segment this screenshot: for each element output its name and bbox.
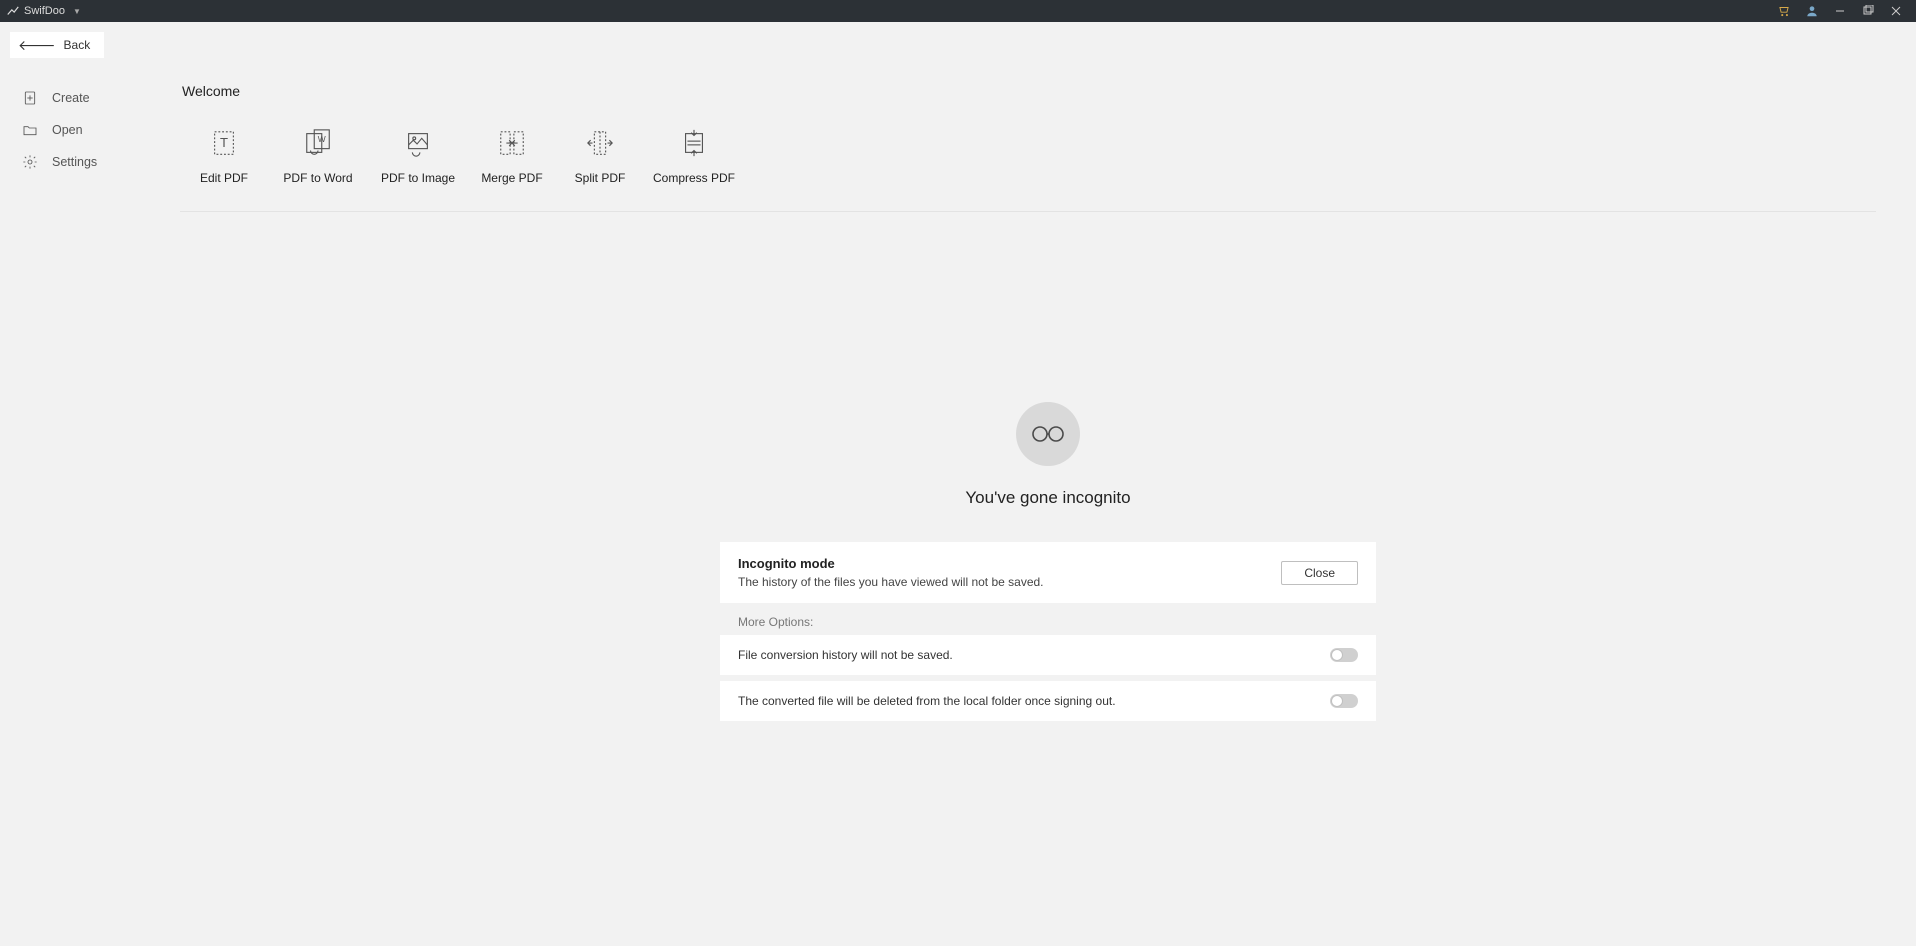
action-compress-pdf[interactable]: Compress PDF xyxy=(644,127,744,185)
open-icon xyxy=(22,122,38,138)
chevron-down-icon[interactable]: ▼ xyxy=(73,7,81,16)
action-label: Edit PDF xyxy=(200,171,248,185)
option-label: File conversion history will not be save… xyxy=(738,648,953,662)
compress-pdf-icon xyxy=(678,127,710,159)
edit-pdf-icon: T xyxy=(208,127,240,159)
pdf-to-image-icon xyxy=(402,127,434,159)
toggle-delete-converted[interactable] xyxy=(1330,694,1358,708)
split-pdf-icon xyxy=(584,127,616,159)
incognito-section: You've gone incognito Incognito mode The… xyxy=(180,402,1916,721)
create-icon xyxy=(22,90,38,106)
sidebar-item-label: Settings xyxy=(52,155,97,169)
back-button[interactable]: 🡐 Back xyxy=(10,32,104,58)
action-edit-pdf[interactable]: T Edit PDF xyxy=(180,127,268,185)
action-split-pdf[interactable]: Split PDF xyxy=(556,127,644,185)
pdf-to-word-icon: W xyxy=(302,127,334,159)
minimize-icon[interactable] xyxy=(1826,0,1854,22)
main: Welcome T Edit PDF W PDF to Word PDF to … xyxy=(180,68,1916,721)
sidebar-item-label: Open xyxy=(52,123,83,137)
gear-icon xyxy=(22,154,38,170)
close-icon[interactable] xyxy=(1882,0,1910,22)
action-label: PDF to Image xyxy=(381,171,455,185)
sidebar-item-open[interactable]: Open xyxy=(0,114,180,146)
sidebar: Create Open Settings xyxy=(0,68,180,721)
svg-text:W: W xyxy=(318,134,326,144)
back-bar: 🡐 Back xyxy=(0,22,1916,68)
titlebar: SwifDoo ▼ xyxy=(0,0,1916,22)
action-pdf-to-word[interactable]: W PDF to Word xyxy=(268,127,368,185)
merge-pdf-icon xyxy=(496,127,528,159)
cart-icon[interactable] xyxy=(1770,0,1798,22)
user-icon[interactable] xyxy=(1798,0,1826,22)
incognito-headline: You've gone incognito xyxy=(965,488,1130,508)
sidebar-item-label: Create xyxy=(52,91,90,105)
action-merge-pdf[interactable]: Merge PDF xyxy=(468,127,556,185)
incognito-card: Incognito mode The history of the files … xyxy=(720,542,1376,603)
action-label: Split PDF xyxy=(575,171,626,185)
toggle-conversion-history[interactable] xyxy=(1330,648,1358,662)
incognito-card-sub: The history of the files you have viewed… xyxy=(738,575,1044,589)
sidebar-item-create[interactable]: Create xyxy=(0,82,180,114)
option-label: The converted file will be deleted from … xyxy=(738,694,1116,708)
action-label: PDF to Word xyxy=(283,171,352,185)
arrow-left-icon: 🡐 xyxy=(18,38,56,52)
sidebar-item-settings[interactable]: Settings xyxy=(0,146,180,178)
glasses-icon xyxy=(1016,402,1080,466)
action-label: Compress PDF xyxy=(653,171,735,185)
action-pdf-to-image[interactable]: PDF to Image xyxy=(368,127,468,185)
page-title: Welcome xyxy=(180,83,1916,99)
option-conversion-history: File conversion history will not be save… xyxy=(720,635,1376,675)
app-name: SwifDoo xyxy=(24,5,65,17)
divider xyxy=(180,211,1876,212)
action-label: Merge PDF xyxy=(481,171,542,185)
incognito-card-title: Incognito mode xyxy=(738,556,1044,571)
action-row: T Edit PDF W PDF to Word PDF to Image xyxy=(180,127,1916,185)
back-label: Back xyxy=(64,38,91,52)
app-logo-icon xyxy=(6,4,20,18)
close-button[interactable]: Close xyxy=(1281,561,1358,585)
svg-text:T: T xyxy=(220,135,228,150)
maximize-icon[interactable] xyxy=(1854,0,1882,22)
option-delete-converted: The converted file will be deleted from … xyxy=(720,681,1376,721)
more-options-label: More Options: xyxy=(738,615,1376,629)
